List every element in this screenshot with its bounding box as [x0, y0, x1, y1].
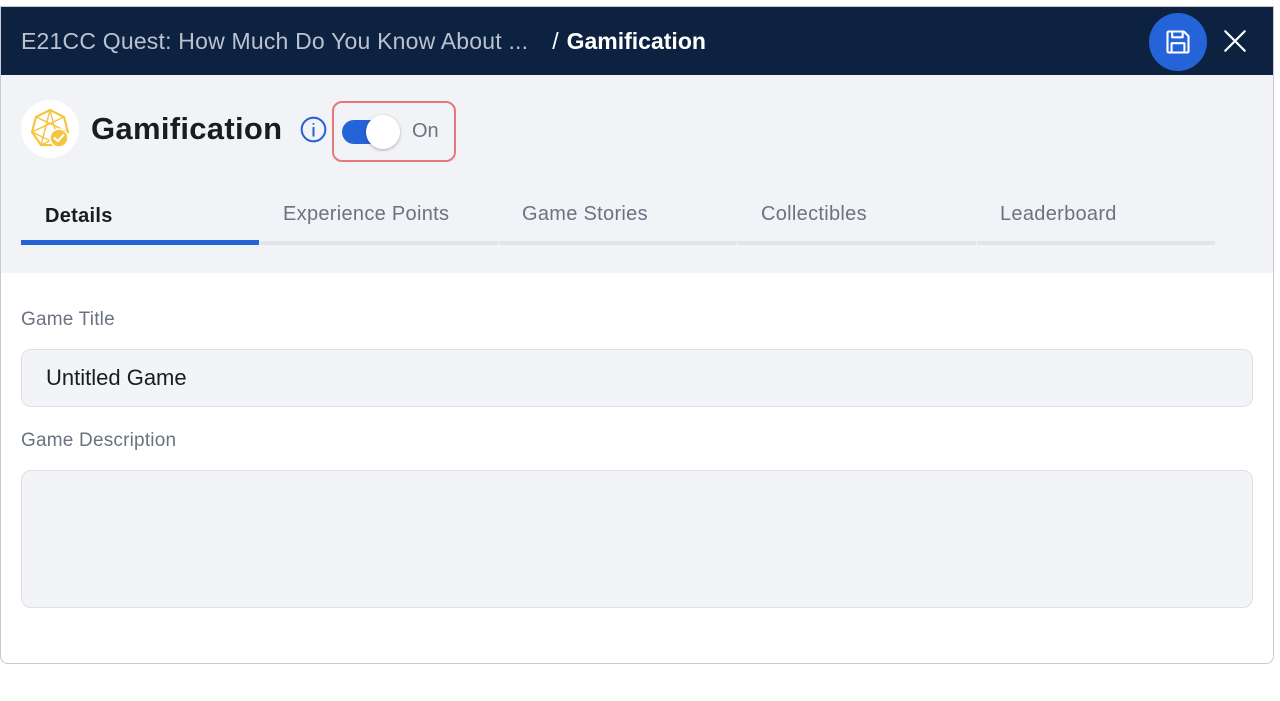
tab-collectibles-indicator — [738, 241, 976, 245]
tab-details[interactable]: Details — [21, 191, 259, 245]
game-description-textarea[interactable] — [21, 470, 1253, 608]
toggle-track[interactable] — [342, 114, 400, 149]
tab-leaderboard-indicator — [977, 241, 1215, 245]
gamification-header: Gamification On Details Experience Point… — [1, 75, 1273, 273]
tab-collectibles-label: Collectibles — [761, 203, 867, 225]
gamification-modal: E21CC Quest: How Much Do You Know About … — [0, 6, 1274, 664]
game-title-input[interactable] — [21, 349, 1253, 407]
game-description-label: Game Description — [21, 430, 177, 451]
info-icon[interactable] — [300, 116, 327, 143]
tab-details-label: Details — [45, 205, 113, 227]
tab-game-stories-label: Game Stories — [522, 203, 648, 225]
breadcrumb-current: Gamification — [566, 27, 706, 54]
tab-experience-points-indicator — [260, 241, 498, 245]
tab-game-stories-indicator — [499, 241, 737, 245]
floppy-disk-icon — [1166, 30, 1190, 54]
tab-leaderboard[interactable]: Leaderboard — [977, 191, 1215, 245]
tab-game-stories[interactable]: Game Stories — [499, 191, 737, 245]
breadcrumb-parent[interactable]: E21CC Quest: How Much Do You Know About … — [21, 28, 528, 55]
modal-titlebar: E21CC Quest: How Much Do You Know About … — [1, 7, 1273, 75]
gamification-badge — [21, 100, 79, 158]
save-button[interactable] — [1149, 13, 1207, 71]
close-icon — [1224, 30, 1246, 52]
gamification-badge-icon — [30, 108, 70, 148]
toggle-knob[interactable] — [366, 114, 400, 149]
page-title: Gamification — [91, 111, 283, 146]
toggle-state-label: On — [412, 120, 439, 142]
gamification-toggle[interactable]: On — [332, 101, 456, 162]
game-title-label: Game Title — [21, 309, 115, 330]
tab-experience-points-label: Experience Points — [283, 203, 450, 225]
tab-bar: Details Experience Points Game Stories C… — [21, 191, 1216, 245]
tab-collectibles[interactable]: Collectibles — [738, 191, 976, 245]
close-button[interactable] — [1219, 25, 1251, 57]
tab-experience-points[interactable]: Experience Points — [260, 191, 498, 245]
tab-leaderboard-label: Leaderboard — [1000, 203, 1117, 225]
tab-details-indicator — [21, 240, 259, 245]
breadcrumb-separator: / — [552, 27, 559, 54]
